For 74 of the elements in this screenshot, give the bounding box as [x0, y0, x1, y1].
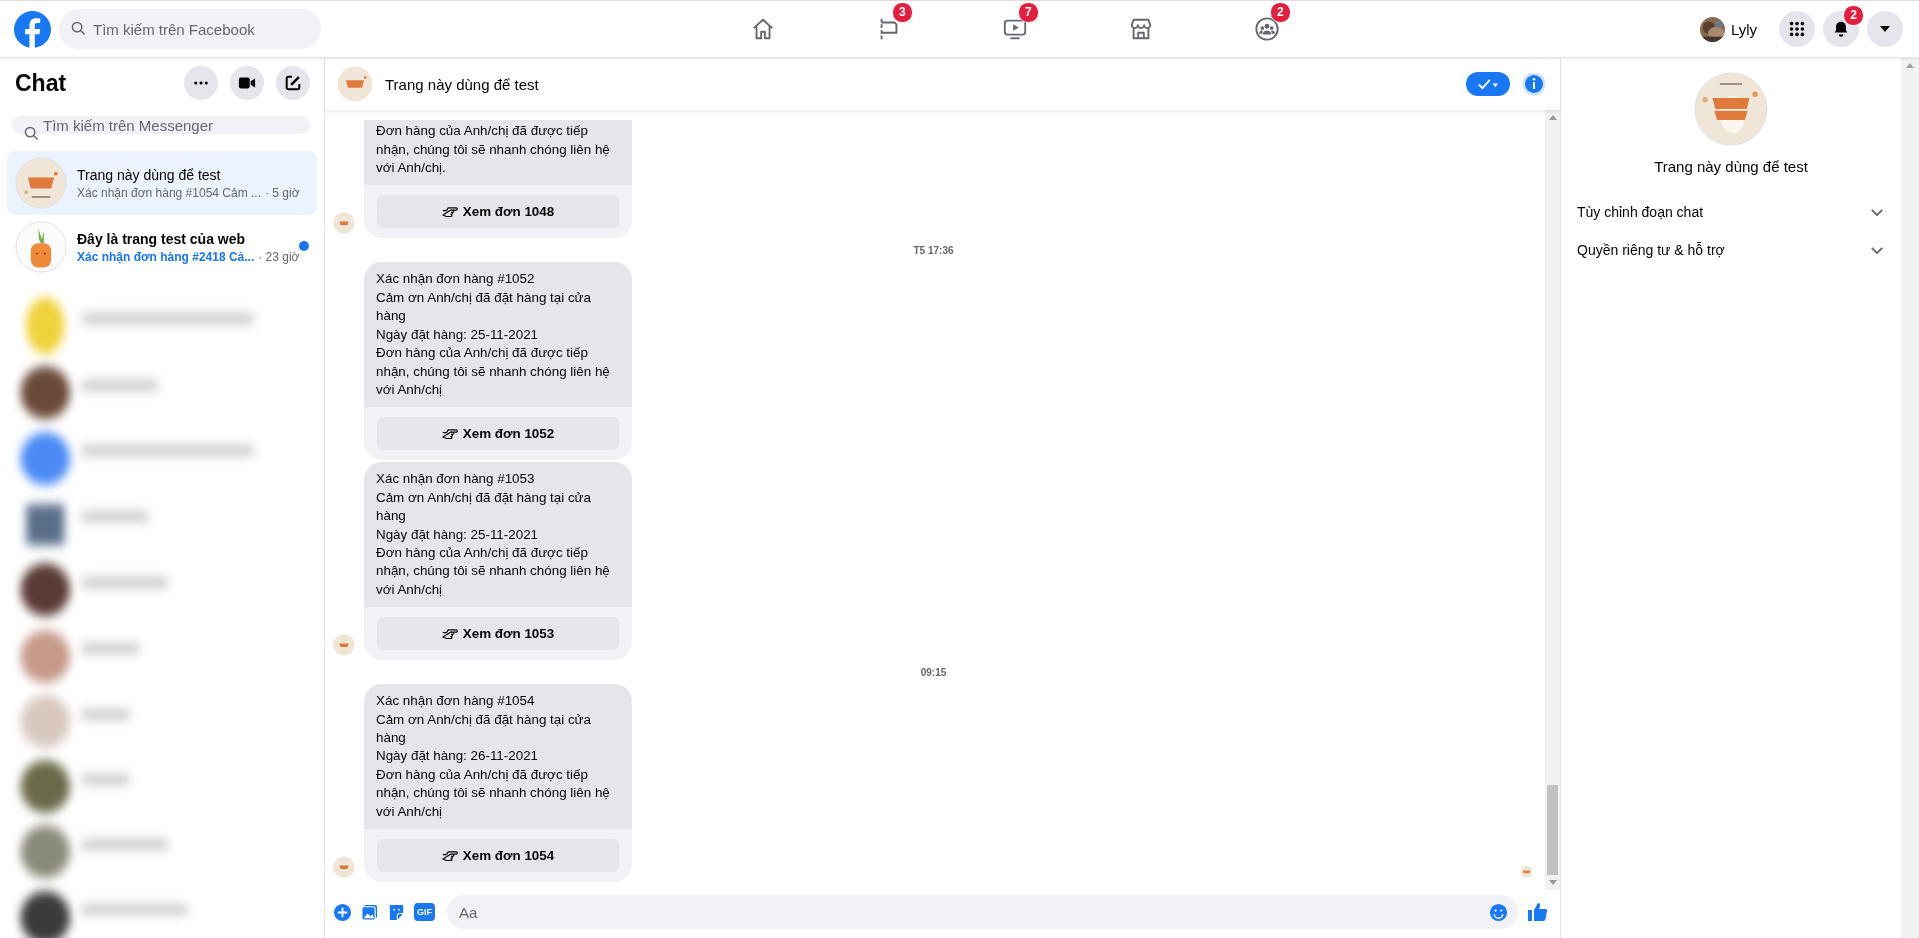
scroll-up-icon: [1548, 115, 1557, 120]
message-text: Cảm ơn Anh/chị đã đặt hàng tại cửa hàng: [376, 488, 592, 526]
message-text: Đơn hàng của Anh/chị đã được tiếp nhận, chúng tôi sẽ nhanh chóng liên hệ với Anh/chị: [376, 344, 611, 399]
notification-count: 3: [891, 2, 913, 23]
compose-icon: [284, 74, 302, 92]
scroll-up-icon: [1906, 63, 1914, 68]
gif-button[interactable]: GIF: [414, 903, 435, 921]
notification-count: 7: [1017, 2, 1039, 23]
options-button[interactable]: [184, 66, 218, 100]
view-order-button[interactable]: Xem đơn 1053: [377, 617, 619, 651]
scrollbar-thumb[interactable]: [1547, 785, 1558, 875]
conversation-item[interactable]: Trang này dùng để test Xác nhận đơn hàng #1054 Cảm ... · 5 giờ: [7, 151, 317, 215]
scrollbar[interactable]: [1545, 110, 1560, 890]
grid-icon: [1788, 20, 1806, 38]
message-text: Ngày đặt hàng: 26-11-2021: [376, 747, 540, 766]
notification-count: 2: [1269, 2, 1291, 23]
scrollbar[interactable]: [1901, 58, 1919, 938]
check-icon: [1477, 77, 1499, 91]
search-icon: [24, 126, 39, 141]
settings-section[interactable]: Tùy chỉnh đoạn chat: [1577, 193, 1889, 231]
chat-title: Chat: [15, 69, 67, 97]
info-icon[interactable]: [1522, 72, 1546, 96]
page-name: Trang này dùng để test: [1654, 158, 1808, 175]
timestamp: T5 17:36: [913, 245, 954, 257]
new-message-button[interactable]: [276, 66, 310, 100]
pointing-hand-icon: [441, 627, 458, 641]
message-text: Ngày đặt hàng: 25-11-2021: [376, 525, 540, 544]
message-time: · 5 giờ: [265, 185, 300, 200]
message-input[interactable]: Aa: [447, 895, 1518, 929]
groups-icon[interactable]: [1253, 16, 1280, 42]
settings-section[interactable]: Quyền riêng tư & hỗ trợ: [1577, 231, 1889, 269]
message-text: Xác nhận đơn hàng #1053: [376, 470, 536, 489]
unread-dot: [299, 241, 309, 251]
view-order-button[interactable]: Xem đơn 1052: [377, 417, 619, 451]
profile-button[interactable]: Lyly: [1695, 12, 1767, 46]
menu-button[interactable]: [1779, 11, 1815, 47]
search-icon: [71, 21, 86, 36]
message-text: Đơn hàng của Anh/chị đã được tiếp nhận, chúng tôi sẽ nhanh chóng liên hệ với Anh/chị: [376, 543, 611, 599]
caret-icon: [1879, 25, 1891, 33]
video-call-button[interactable]: [230, 66, 264, 100]
timestamp: 09:15: [920, 667, 947, 679]
notification-count: 2: [1843, 5, 1864, 26]
mark-done-button[interactable]: [1466, 72, 1510, 96]
view-order-button[interactable]: Xem đơn 1054: [377, 839, 619, 872]
emoji-icon[interactable]: [1489, 903, 1508, 922]
more-icon: [194, 81, 208, 85]
message-preview: Xác nhận đơn hàng #2418 Cả...: [77, 249, 255, 264]
plus-icon[interactable]: [333, 902, 352, 922]
message-text: Đơn hàng của Anh/chị đã được tiếp nhận, chúng tôi sẽ nhanh chóng liên hệ với Anh/chị.: [376, 122, 611, 178]
search-field[interactable]: Tìm kiếm trên Facebook: [59, 9, 321, 49]
message-text: Đơn hàng của Anh/chị đã được tiếp nhận, chúng tôi sẽ nhanh chóng liên hệ với Anh/chị: [376, 765, 611, 821]
message-text: Cảm ơn Anh/chị đã đặt hàng tại cửa hàng: [376, 710, 592, 747]
conversation-item[interactable]: Đây là trang test của web Xác nhận đơn hàng #2418 Cả... · 23 giờ: [7, 215, 317, 279]
pointing-hand-icon: [441, 427, 458, 441]
image-icon[interactable]: [360, 902, 379, 922]
facebook-logo[interactable]: [14, 10, 51, 48]
thumbs-up-icon[interactable]: [1526, 901, 1548, 923]
message-preview: Xác nhận đơn hàng #1054 Cảm ...: [77, 185, 261, 200]
account-button[interactable]: [1867, 11, 1903, 47]
conversation-title: Trang này dùng để test: [385, 75, 539, 93]
search-field[interactable]: Tìm kiếm trên Messenger: [12, 116, 310, 134]
scroll-down-icon: [1548, 880, 1557, 885]
message-text: Ngày đặt hàng: 25-11-2021: [376, 325, 540, 344]
message-time: · 23 giờ: [258, 249, 300, 264]
conversation-name: Đây là trang test của web: [77, 230, 247, 247]
message-text: Cảm ơn Anh/chị đã đặt hàng tại cửa hàng: [376, 288, 592, 326]
bell-icon: [1832, 20, 1850, 38]
view-order-button[interactable]: Xem đơn 1048: [377, 195, 619, 229]
message-text: Xác nhận đơn hàng #1052: [376, 270, 536, 289]
conversation-name: Trang này dùng để test: [77, 166, 222, 183]
sticker-icon[interactable]: [387, 902, 406, 922]
message-text: Xác nhận đơn hàng #1054: [376, 692, 536, 711]
pointing-hand-icon: [441, 205, 458, 219]
pointing-hand-icon: [441, 849, 458, 862]
